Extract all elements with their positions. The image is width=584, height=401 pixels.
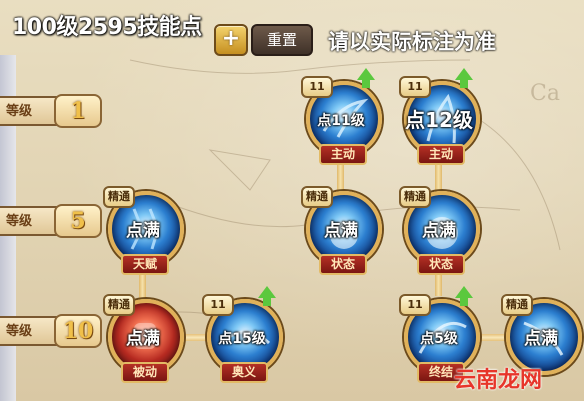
skill-mastery-badge: 精通 — [301, 186, 333, 208]
reset-button[interactable]: 重置 — [251, 24, 313, 56]
skill-level-badge: 11 — [399, 76, 431, 98]
skill-note: 点11级 — [317, 113, 365, 129]
skill-level-badge: 11 — [301, 76, 333, 98]
skill-type-plate: 被动 — [121, 362, 169, 383]
skill-node[interactable]: 11 奥义 点15级 — [202, 286, 283, 383]
level-tag-1: 等级 1 — [0, 94, 102, 128]
skill-level-badge: 11 — [202, 294, 234, 316]
upgrade-arrow-icon — [357, 68, 375, 88]
skill-node[interactable]: 精通 状态 点满 — [301, 186, 382, 275]
skill-node[interactable]: 11 主动 点12级 — [399, 68, 480, 165]
level-number: 10 — [62, 318, 94, 344]
skill-type-plate: 主动 — [417, 144, 465, 165]
top-bar: 100级2595技能点 + 重置 请以实际标注为准 — [0, 0, 584, 56]
level-label: 等级 — [6, 214, 33, 229]
skill-note: 点满 — [126, 329, 160, 349]
level-label: 等级 — [6, 104, 33, 119]
skill-tree-screen: Ca 100级2595技能点 + 重置 请以实际标注为准 等级 1 等级 5 等… — [0, 0, 584, 401]
skill-mastery-badge: 精通 — [399, 186, 431, 208]
skill-type-plate: 主动 — [319, 144, 367, 165]
level-label: 等级 — [6, 324, 33, 339]
skill-node[interactable]: 精通 天赋 点满 — [103, 186, 184, 275]
skill-node[interactable]: 精通 状态 点满 — [399, 186, 480, 275]
skill-mastery-badge: 精通 — [103, 186, 135, 208]
upgrade-arrow-icon — [455, 68, 473, 88]
skill-note: 点12级 — [405, 108, 473, 132]
level-number: 1 — [70, 98, 86, 124]
skill-mastery-badge: 精通 — [103, 294, 135, 316]
svg-text:Ca: Ca — [530, 81, 560, 106]
level-tag-5: 等级 5 — [0, 204, 102, 238]
skill-note: 点满 — [126, 221, 160, 241]
skill-note: 点15级 — [218, 331, 266, 347]
skill-type-plate: 天赋 — [121, 254, 169, 275]
disclaimer-note: 请以实际标注为准 — [328, 30, 496, 54]
skill-note: 点满 — [324, 221, 358, 241]
upgrade-arrow-icon — [258, 286, 276, 306]
skill-type-plate: 奥义 — [220, 362, 268, 383]
plus-icon: + — [221, 26, 241, 51]
skill-note: 点满 — [422, 221, 456, 241]
add-skill-points-button[interactable]: + — [214, 24, 248, 56]
skill-level-badge: 11 — [399, 294, 431, 316]
skill-note: 点5级 — [420, 331, 458, 347]
skill-points-title: 100级2595技能点 — [12, 15, 202, 40]
level-tag-10: 等级 10 — [0, 314, 102, 348]
skill-mastery-badge: 精通 — [501, 294, 533, 316]
skill-node[interactable]: 11 主动 点11级 — [301, 68, 382, 165]
skill-node[interactable]: 精通 被动 点满 — [103, 294, 184, 383]
upgrade-arrow-icon — [455, 286, 473, 306]
level-number: 5 — [70, 208, 86, 234]
skill-note: 点满 — [524, 329, 558, 349]
skill-type-plate: 状态 — [417, 254, 465, 275]
skill-type-plate: 状态 — [319, 254, 367, 275]
site-watermark: 云南龙网 — [454, 368, 543, 393]
